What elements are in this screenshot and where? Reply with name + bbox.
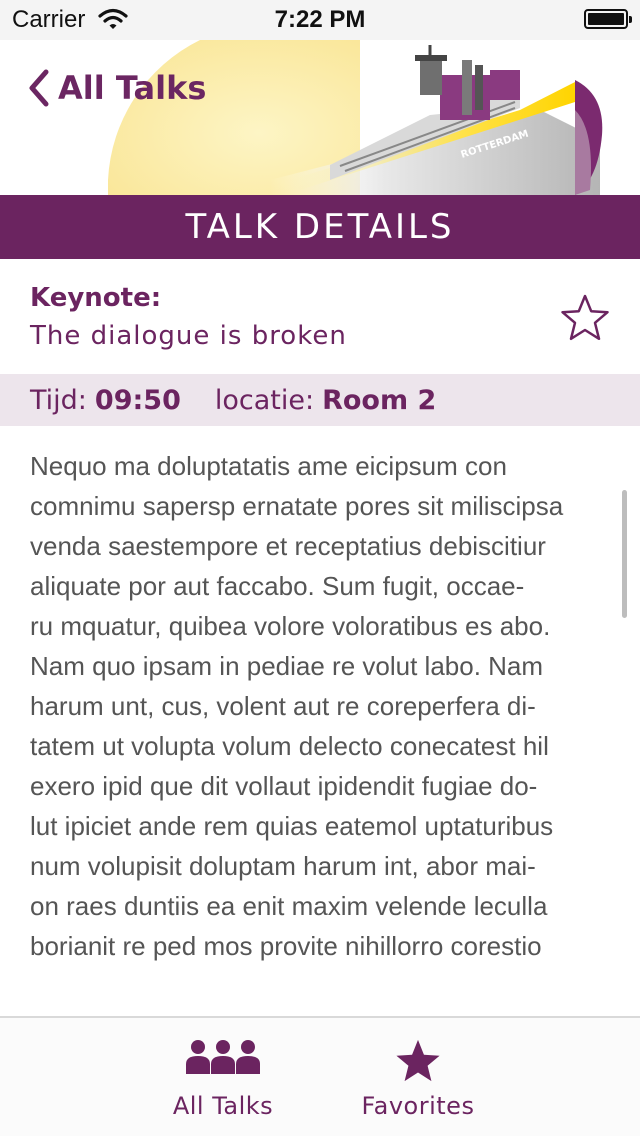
description-line: exero ipid que dit vollaut ipidendit fug… [30, 771, 538, 801]
description-line: Nam quo ipsam in pediae re volut labo. N… [30, 651, 544, 681]
header-banner: ROTTERDAM All Talks [0, 40, 640, 195]
tab-favorites[interactable]: Favorites [318, 1018, 518, 1136]
tab-all-talks-label: All Talks [172, 1092, 274, 1120]
star-filled-icon [396, 1039, 440, 1082]
description-line: num volupisit doluptam harum int, abor m… [30, 851, 536, 881]
time-value: 09:50 [94, 384, 181, 416]
clock-time: 7:22 PM [274, 6, 366, 33]
description-line: ru mquatur, quibea volore voloratibus es… [30, 611, 551, 641]
back-button-label: All Talks [58, 69, 207, 107]
status-bar: Carrier 7:22 PM [0, 0, 640, 40]
back-button[interactable]: All Talks [26, 68, 206, 108]
description-line: on raes duntiis ea enit maxim velende le… [30, 891, 548, 921]
location-value: Room 2 [322, 384, 437, 416]
description-line: aliquate por aut faccabo. Sum fugit, occ… [30, 571, 525, 601]
talk-meta: Tijd: 09:50 locatie: Room 2 [0, 374, 640, 426]
people-icon [186, 1040, 260, 1074]
battery-icon [584, 9, 632, 29]
tab-favorites-label: Favorites [361, 1092, 475, 1120]
talk-description: Nequo ma doluptatatis ame eicipsum con c… [30, 446, 615, 966]
talk-info: Keynote: The dialogue is broken [0, 259, 640, 374]
location-label: locatie: [214, 384, 315, 416]
description-line: venda saestempore et receptatius debisci… [30, 531, 546, 561]
tab-bar: All Talks Favorites [0, 1016, 640, 1136]
description-line: harum unt, cus, volent aut re coreperfer… [30, 691, 536, 721]
time-label: Tijd: [30, 384, 87, 416]
title-bar: TALK DETAILS [0, 195, 640, 259]
tab-all-talks[interactable]: All Talks [123, 1018, 323, 1136]
description-line: lut ipiciet ande rem quias eatemol uptat… [30, 811, 554, 841]
ship-illustration: ROTTERDAM [108, 40, 603, 195]
description-line: tatem ut volupta volum delecto conecates… [30, 731, 549, 761]
talk-title: The dialogue is broken [30, 321, 347, 351]
talk-type: Keynote: [30, 283, 162, 313]
page-title: TALK DETAILS [185, 207, 455, 247]
chevron-left-icon [29, 69, 49, 107]
description-line: Nequo ma doluptatatis ame eicipsum con [30, 451, 507, 481]
description-line: comnimu sapersp ernatate pores sit milis… [30, 491, 564, 521]
star-outline-icon[interactable] [560, 293, 610, 343]
scrollbar[interactable] [622, 490, 627, 618]
description-line: borianit re ped mos provite nihillorro c… [30, 931, 542, 961]
